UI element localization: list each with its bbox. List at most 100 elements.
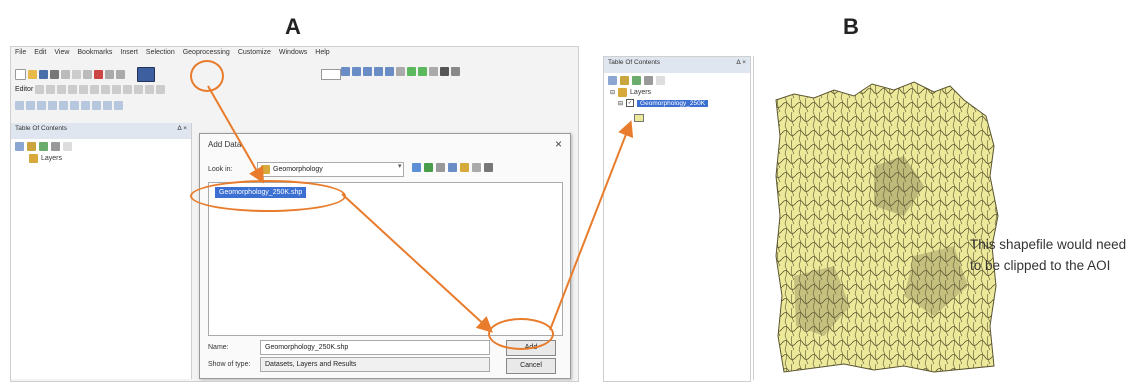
edit-tool-icon[interactable]: [46, 85, 56, 94]
menu-bookmarks[interactable]: Bookmarks: [77, 49, 112, 63]
view-menu-icon[interactable]: [448, 163, 457, 172]
standard-toolbar: [15, 67, 155, 82]
map-tool-icon[interactable]: [396, 67, 405, 76]
undo-icon[interactable]: [105, 70, 114, 79]
open-folder-icon[interactable]: [28, 70, 37, 79]
save-icon[interactable]: [39, 70, 48, 79]
scale-box[interactable]: [321, 69, 341, 80]
edit-tool-icon[interactable]: [90, 85, 100, 94]
zoom-in-icon[interactable]: [407, 67, 416, 76]
redo-icon[interactable]: [116, 70, 125, 79]
zoom-out-icon[interactable]: [418, 67, 427, 76]
identify-icon[interactable]: [451, 67, 460, 76]
table-of-contents-b: Table Of Contents Δ × ⊟ Layers ⊟ ✓ Geomo…: [603, 56, 751, 382]
tool-icon[interactable]: [114, 101, 123, 110]
edit-tool-icon[interactable]: [145, 85, 155, 94]
layers-node-b[interactable]: ⊟ Layers: [604, 88, 750, 97]
copy-icon[interactable]: [72, 70, 81, 79]
menu-file[interactable]: File: [15, 49, 26, 63]
panel-label-b: B: [843, 14, 859, 39]
edit-tool-icon[interactable]: [156, 85, 166, 94]
layer-checkbox[interactable]: ✓: [626, 99, 635, 107]
paste-icon[interactable]: [83, 70, 92, 79]
layers-node[interactable]: Layers: [11, 154, 191, 163]
print-icon[interactable]: [50, 70, 59, 79]
tool-icon[interactable]: [59, 101, 68, 110]
list-by-visibility-icon[interactable]: [39, 142, 48, 151]
tool-icon[interactable]: [103, 101, 112, 110]
list-by-selection-icon[interactable]: [644, 76, 653, 85]
menu-selection[interactable]: Selection: [146, 49, 175, 63]
collapse-icon[interactable]: ⊟: [618, 100, 623, 107]
list-by-drawing-order-icon[interactable]: [608, 76, 617, 85]
layers-folder-icon: [29, 154, 38, 163]
new-doc-icon[interactable]: [15, 69, 26, 80]
list-by-source-icon[interactable]: [27, 142, 36, 151]
map-tool-icon[interactable]: [374, 67, 383, 76]
menu-windows[interactable]: Windows: [279, 49, 307, 63]
look-in-select[interactable]: Geomorphology: [257, 162, 404, 177]
edit-tool-icon[interactable]: [35, 85, 45, 94]
callout-add-button: [488, 318, 554, 350]
layer-name[interactable]: Geomorphology_250K: [637, 99, 709, 107]
connect-folder-icon[interactable]: [436, 163, 445, 172]
tool-icon[interactable]: [70, 101, 79, 110]
chevron-down-icon[interactable]: ▾: [398, 162, 406, 175]
menu-help[interactable]: Help: [315, 49, 329, 63]
map-tool-icon[interactable]: [341, 67, 350, 76]
home-icon[interactable]: [424, 163, 433, 172]
edit-tool-icon[interactable]: [101, 85, 111, 94]
map-view[interactable]: [753, 56, 1024, 380]
options-icon[interactable]: [656, 76, 665, 85]
show-type-select[interactable]: Datasets, Layers and Results: [260, 357, 490, 372]
list-by-drawing-order-icon[interactable]: [15, 142, 24, 151]
close-icon[interactable]: ×: [555, 137, 562, 151]
collapse-icon[interactable]: ⊟: [610, 89, 615, 96]
editor-toolbar: Editor: [15, 85, 166, 94]
map-tool-icon[interactable]: [385, 67, 394, 76]
tool-icon[interactable]: [26, 101, 35, 110]
tool-icon[interactable]: [48, 101, 57, 110]
list-by-selection-icon[interactable]: [51, 142, 60, 151]
list-by-visibility-icon[interactable]: [632, 76, 641, 85]
up-one-level-icon[interactable]: [412, 163, 421, 172]
add-data-icon[interactable]: [137, 67, 155, 82]
menu-insert[interactable]: Insert: [120, 49, 138, 63]
cut-icon[interactable]: [61, 70, 70, 79]
list-by-source-icon[interactable]: [620, 76, 629, 85]
edit-tool-icon[interactable]: [79, 85, 89, 94]
map-tool-icon[interactable]: [352, 67, 361, 76]
delete-icon[interactable]: [94, 70, 103, 79]
edit-tool-icon[interactable]: [134, 85, 144, 94]
editor-menu[interactable]: Editor: [15, 86, 33, 93]
tool-icon[interactable]: [92, 101, 101, 110]
menu-view[interactable]: View: [54, 49, 69, 63]
edit-tool-icon[interactable]: [123, 85, 133, 94]
toc-window-controls[interactable]: Δ ×: [177, 125, 187, 137]
toc-header: Table Of Contents Δ ×: [11, 123, 191, 139]
edit-tool-icon[interactable]: [112, 85, 122, 94]
options-icon[interactable]: [63, 142, 72, 151]
edit-tool-icon[interactable]: [68, 85, 78, 94]
map-tool-icon[interactable]: [363, 67, 372, 76]
menu-customize[interactable]: Customize: [238, 49, 271, 63]
catalog-icon[interactable]: [472, 163, 481, 172]
panel-label-a: A: [285, 14, 301, 39]
pan-icon[interactable]: [429, 67, 438, 76]
new-folder-icon[interactable]: [460, 163, 469, 172]
layer-symbol[interactable]: [604, 109, 750, 127]
tool-icon[interactable]: [81, 101, 90, 110]
toc-window-controls-b[interactable]: Δ ×: [736, 59, 746, 71]
tool-icon[interactable]: [37, 101, 46, 110]
name-label: Name:: [208, 344, 229, 351]
full-extent-icon[interactable]: [440, 67, 449, 76]
edit-tool-icon[interactable]: [57, 85, 67, 94]
toolbox-icon[interactable]: [484, 163, 493, 172]
cancel-button[interactable]: Cancel: [506, 358, 556, 374]
dialog-toolbar: [412, 163, 493, 172]
symbol-swatch-icon[interactable]: [634, 114, 644, 122]
tool-icon[interactable]: [15, 101, 24, 110]
name-field[interactable]: Geomorphology_250K.shp: [260, 340, 490, 355]
layer-row[interactable]: ⊟ ✓ Geomorphology_250K: [604, 99, 750, 107]
menu-edit[interactable]: Edit: [34, 49, 46, 63]
